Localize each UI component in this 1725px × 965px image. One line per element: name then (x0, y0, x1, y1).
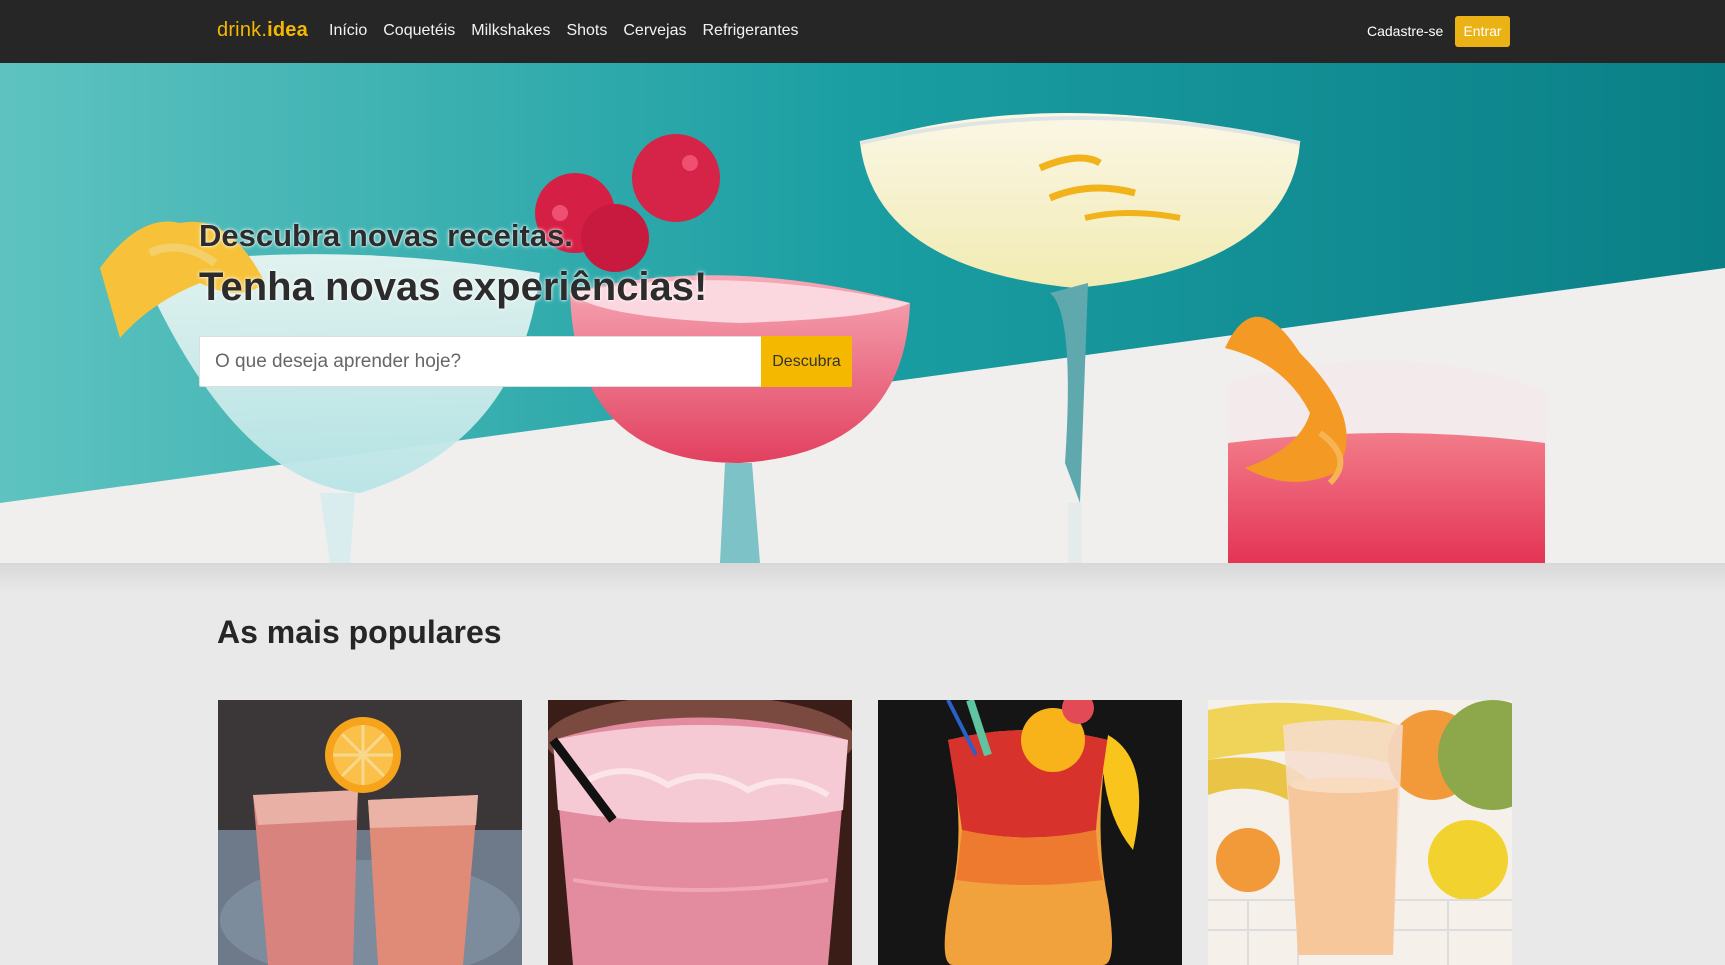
brand-logo[interactable]: drink.idea (217, 19, 308, 42)
search-input[interactable] (199, 336, 761, 387)
brand-suffix: idea (267, 19, 308, 41)
nav-link-inicio[interactable]: Início (329, 22, 367, 40)
search-button[interactable]: Descubra (761, 336, 852, 387)
drink-card-image (1208, 700, 1512, 965)
drink-card[interactable] (1208, 700, 1512, 965)
hero-banner: Descubra novas receitas. Tenha novas exp… (0, 63, 1725, 563)
nav-link-cervejas[interactable]: Cervejas (623, 22, 686, 40)
hero-subtitle: Descubra novas receitas. (199, 218, 573, 253)
nav-link-refrigerantes[interactable]: Refrigerantes (703, 22, 799, 40)
nav-link-milkshakes[interactable]: Milkshakes (471, 22, 550, 40)
nav-link-shots[interactable]: Shots (566, 22, 607, 40)
nav-links: Início Coquetéis Milkshakes Shots Cervej… (329, 22, 815, 40)
login-button[interactable]: Entrar (1455, 16, 1510, 47)
section-divider (0, 563, 1725, 593)
hero-title: Tenha novas experiências! (199, 265, 708, 309)
drink-card[interactable] (218, 700, 522, 965)
drink-card[interactable] (548, 700, 852, 965)
hero-cocktails-image (0, 63, 1725, 563)
drink-card-image (548, 700, 852, 965)
drink-card-image (218, 700, 522, 965)
drink-card-image (878, 700, 1182, 965)
drink-card[interactable] (878, 700, 1182, 965)
signup-link[interactable]: Cadastre-se (1367, 23, 1443, 39)
popular-title: As mais populares (217, 614, 502, 650)
brand-prefix: drink. (217, 19, 268, 41)
nav-link-coqueteis[interactable]: Coquetéis (383, 22, 455, 40)
search-form: Descubra (199, 336, 852, 387)
navbar: drink.idea Início Coquetéis Milkshakes S… (0, 0, 1725, 63)
